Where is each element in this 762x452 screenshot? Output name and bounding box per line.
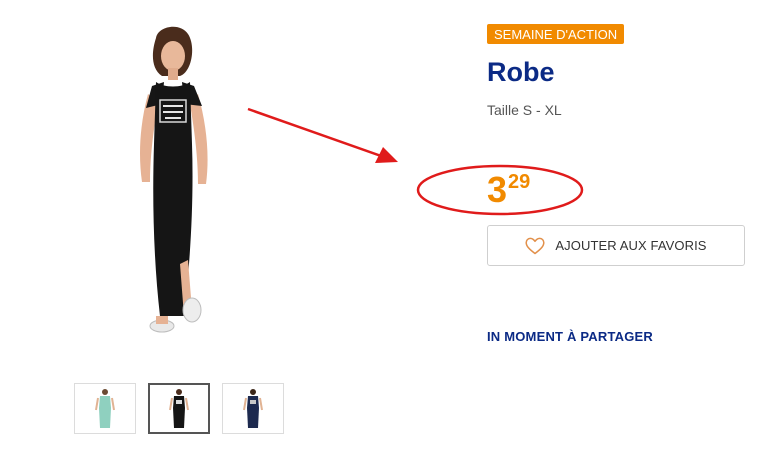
heart-icon <box>525 237 545 254</box>
thumbnail-0[interactable] <box>74 383 136 434</box>
product-page: SEMAINE D'ACTION Robe Taille S - XL 329 … <box>0 0 762 452</box>
dress-navy-thumbnail-icon <box>243 388 263 428</box>
annotation-arrow-line <box>247 107 385 159</box>
annotation-arrow-head <box>375 147 398 163</box>
favorites-label: AJOUTER AUX FAVORIS <box>555 238 707 253</box>
price-integer: 3 <box>487 169 508 210</box>
product-title: Robe <box>487 57 555 87</box>
dress-mint-thumbnail-icon <box>95 388 115 428</box>
dress-black-thumbnail-icon <box>169 388 189 428</box>
promo-badge: SEMAINE D'ACTION <box>487 24 625 44</box>
product-size: Taille S - XL <box>487 102 562 118</box>
product-price: 329 <box>487 170 530 210</box>
product-main-image <box>118 24 228 346</box>
price-decimal: 29 <box>508 171 531 193</box>
add-to-favorites-button[interactable]: AJOUTER AUX FAVORIS <box>487 225 745 266</box>
thumbnail-2[interactable] <box>222 383 284 434</box>
thumbnail-1[interactable] <box>148 383 210 434</box>
dress-model-image <box>140 26 208 333</box>
share-link[interactable]: IN MOMENT À PARTAGER <box>487 329 653 344</box>
